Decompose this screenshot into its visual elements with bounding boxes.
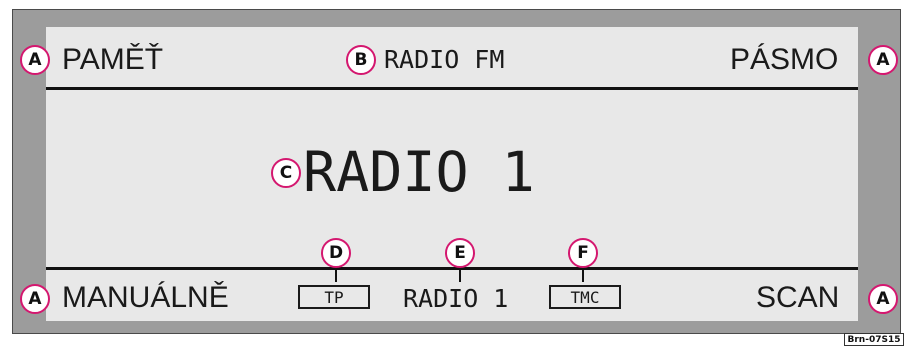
display-top-divider	[46, 87, 858, 90]
callout-f-leader	[582, 268, 584, 282]
memory-softkey[interactable]: PAMĚŤ	[62, 45, 163, 75]
source-label: RADIO FM	[384, 45, 505, 74]
callout-e: E	[445, 238, 475, 268]
tmc-indicator: TMC	[549, 285, 621, 309]
display-bottom-divider	[46, 267, 858, 270]
band-softkey[interactable]: PÁSMO	[730, 45, 838, 75]
manual-softkey[interactable]: MANUÁLNĚ	[62, 283, 229, 313]
scan-softkey[interactable]: SCAN	[756, 283, 839, 313]
callout-d-leader	[335, 268, 337, 282]
callout-d: D	[321, 238, 351, 268]
callout-e-leader	[459, 268, 461, 282]
callout-a-bottom-left: A	[20, 284, 50, 314]
tp-indicator: TP	[298, 285, 370, 309]
callout-a-top-right: A	[868, 45, 898, 75]
figure-reference-code: Brn-07S15	[844, 333, 904, 346]
callout-c: C	[271, 158, 301, 188]
callout-a-bottom-right: A	[868, 284, 898, 314]
callout-a-top-left: A	[20, 45, 50, 75]
station-name: RADIO 1	[303, 140, 535, 204]
rds-station-label: RADIO 1	[403, 284, 509, 313]
callout-b: B	[346, 45, 376, 75]
callout-f: F	[568, 238, 598, 268]
